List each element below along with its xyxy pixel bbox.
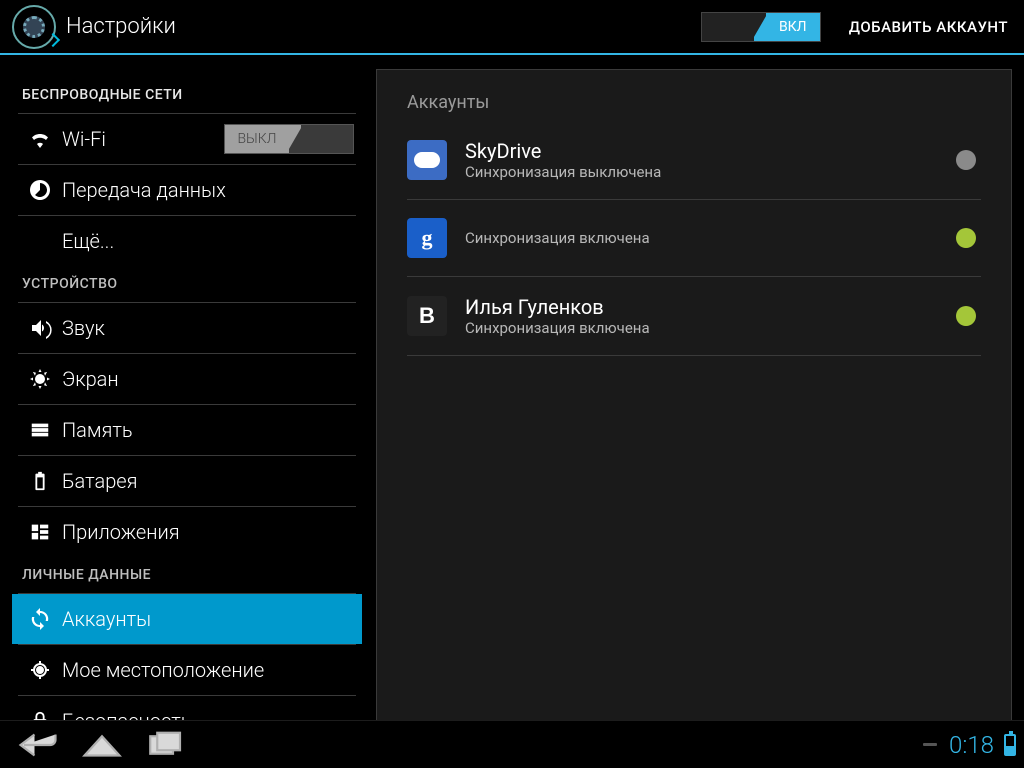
content-area: БЕСПРОВОДНЫЕ СЕТИ Wi-Fi ВЫКЛ Передача да… (0, 55, 1024, 768)
account-title: Илья Гуленков (465, 295, 951, 319)
home-button[interactable] (72, 725, 132, 765)
sidebar-item-label: Память (62, 418, 133, 442)
sidebar-item-sound[interactable]: Звук (12, 303, 362, 353)
section-personal-header: ЛИЧНЫЕ ДАННЫЕ (12, 557, 362, 593)
clock[interactable]: 0:18 (949, 731, 994, 759)
account-subtitle: Синхронизация включена (465, 229, 951, 247)
sidebar-item-label: Батарея (62, 469, 138, 493)
google-icon: g (407, 218, 447, 258)
account-title: SkyDrive (465, 139, 951, 163)
location-icon (22, 658, 58, 682)
panel-header: Аккаунты (377, 70, 1011, 129)
battery-indicator[interactable] (1004, 734, 1016, 756)
brightness-icon (22, 367, 58, 391)
sidebar-item-more[interactable]: Ещё... (12, 216, 362, 266)
back-button[interactable] (8, 725, 68, 765)
recent-apps-button[interactable] (136, 725, 196, 765)
page-title: Настройки (66, 14, 176, 39)
sync-icon (22, 607, 58, 631)
sidebar-item-label: Звук (62, 316, 105, 340)
sidebar-item-apps[interactable]: Приложения (12, 507, 362, 557)
battery-icon (22, 470, 58, 492)
action-bar: Настройки ВКЛ ДОБАВИТЬ АККАУНТ (0, 0, 1024, 55)
section-device-header: УСТРОЙСТВО (12, 266, 362, 302)
account-row-vk[interactable]: B Илья Гуленков Синхронизация включена (377, 285, 1011, 347)
sidebar-item-display[interactable]: Экран (12, 354, 362, 404)
account-subtitle: Синхронизация выключена (465, 163, 951, 181)
skydrive-icon (407, 140, 447, 180)
section-wireless-header: БЕСПРОВОДНЫЕ СЕТИ (12, 69, 362, 113)
add-account-button[interactable]: ДОБАВИТЬ АККАУНТ (841, 18, 1016, 36)
account-row-google[interactable]: g Синхронизация включена (377, 208, 1011, 268)
toggle-on-label: ВКЛ (766, 13, 820, 41)
vk-icon: B (407, 296, 447, 336)
sync-status-icon (951, 145, 981, 175)
sync-master-toggle[interactable]: ВКЛ (701, 12, 821, 42)
sidebar-item-accounts[interactable]: Аккаунты (12, 594, 362, 644)
wifi-toggle[interactable]: ВЫКЛ (224, 124, 354, 154)
sidebar-item-label: Приложения (62, 520, 180, 544)
sidebar-item-data-usage[interactable]: Передача данных (12, 165, 362, 215)
sidebar-item-battery[interactable]: Батарея (12, 456, 362, 506)
system-nav-bar: 0:18 (0, 720, 1024, 768)
storage-icon (22, 419, 58, 441)
app-icon[interactable] (12, 5, 56, 49)
toggle-off-label: ВЫКЛ (225, 125, 289, 153)
sidebar-item-label: Экран (62, 367, 119, 391)
signal-indicator (923, 743, 937, 746)
sync-status-icon (951, 223, 981, 253)
divider (407, 199, 981, 200)
account-row-skydrive[interactable]: SkyDrive Синхронизация выключена (377, 129, 1011, 191)
sidebar-item-label: Ещё... (62, 229, 114, 253)
sidebar-item-label: Аккаунты (62, 607, 151, 631)
sidebar-item-label: Wi-Fi (62, 127, 106, 151)
sidebar-item-wifi[interactable]: Wi-Fi ВЫКЛ (12, 114, 362, 164)
wifi-icon (22, 127, 58, 151)
sidebar-item-location[interactable]: Мое местоположение (12, 645, 362, 695)
sound-icon (22, 316, 58, 340)
account-subtitle: Синхронизация включена (465, 319, 951, 337)
divider (407, 276, 981, 277)
divider (407, 355, 981, 356)
sidebar-item-storage[interactable]: Память (12, 405, 362, 455)
accounts-panel: Аккаунты SkyDrive Синхронизация выключен… (376, 69, 1012, 768)
sidebar-item-label: Передача данных (62, 178, 226, 202)
data-usage-icon (22, 178, 58, 202)
sidebar-item-label: Мое местоположение (62, 658, 264, 682)
apps-icon (22, 521, 58, 543)
settings-sidebar: БЕСПРОВОДНЫЕ СЕТИ Wi-Fi ВЫКЛ Передача да… (12, 69, 362, 768)
gear-icon (23, 16, 45, 38)
sync-status-icon (951, 301, 981, 331)
